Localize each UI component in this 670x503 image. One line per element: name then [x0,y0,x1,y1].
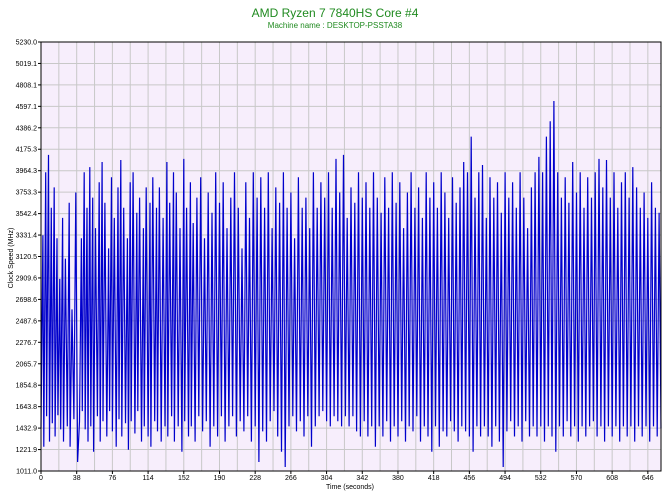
x-tick-label: 532 [535,475,547,482]
x-tick-label: 570 [571,475,583,482]
y-axis-label: Clock Speed (MHz) [8,228,15,289]
x-tick-label: 646 [642,475,654,482]
x-tick-label: 114 [143,475,154,482]
y-tick-label: 3120.5 [16,254,38,261]
y-tick-label: 3331.4 [16,233,38,240]
y-tick-label: 3964.3 [16,168,38,175]
y-tick-label: 2065.7 [16,361,38,368]
y-tick-label: 4175.3 [16,147,38,154]
y-tick-label: 1854.8 [16,383,38,390]
x-tick-label: 494 [499,475,511,482]
y-tick-label: 4808.1 [16,82,38,89]
x-axis-label: Time (seconds) [326,484,374,491]
y-tick-label: 2487.6 [16,318,38,325]
y-tick-label: 1221.9 [16,447,38,454]
y-tick-label: 2698.6 [16,297,38,304]
x-tick-label: 152 [178,475,190,482]
x-tick-label: 418 [428,475,440,482]
y-tick-label: 4386.2 [16,125,38,132]
y-tick-label: 2909.6 [16,275,38,282]
y-tick-label: 1432.9 [16,426,38,433]
x-tick-label: 266 [285,475,297,482]
y-tick-label: 1011.0 [16,469,37,476]
y-tick-label: 1643.8 [16,404,38,411]
x-tick-label: 304 [321,475,333,482]
cpu-clock-chart: AMD Ryzen 7 7840HS Core #4 Machine name … [8,6,662,491]
y-tick-label: 3753.3 [16,190,38,197]
x-tick-label: 228 [249,475,261,482]
y-tick-label: 5230.0 [16,40,38,47]
x-axis-ticks: 0 38 76 114 152 190 228 266 304 342 380 418 456 494 53… [39,471,654,482]
x-tick-label: 380 [392,475,404,482]
x-tick-label: 342 [356,475,368,482]
x-tick-label: 38 [73,475,81,482]
chart-title: AMD Ryzen 7 7840HS Core #4 [252,6,419,20]
x-tick-label: 456 [464,475,476,482]
y-tick-label: 5019.1 [16,61,38,68]
x-tick-label: 0 [39,475,43,482]
chart-subtitle: Machine name : DESKTOP-PSSTA38 [268,21,403,30]
y-tick-label: 2276.7 [16,340,38,347]
y-tick-label: 3542.4 [16,211,38,218]
x-tick-label: 76 [108,475,116,482]
y-tick-label: 4597.1 [16,104,38,111]
x-tick-label: 190 [214,475,226,482]
y-axis-ticks: 5230.0 5019.1 4808.1 4597.1 4386.2 4175.3 3964… [16,40,41,476]
x-tick-label: 608 [606,475,618,482]
